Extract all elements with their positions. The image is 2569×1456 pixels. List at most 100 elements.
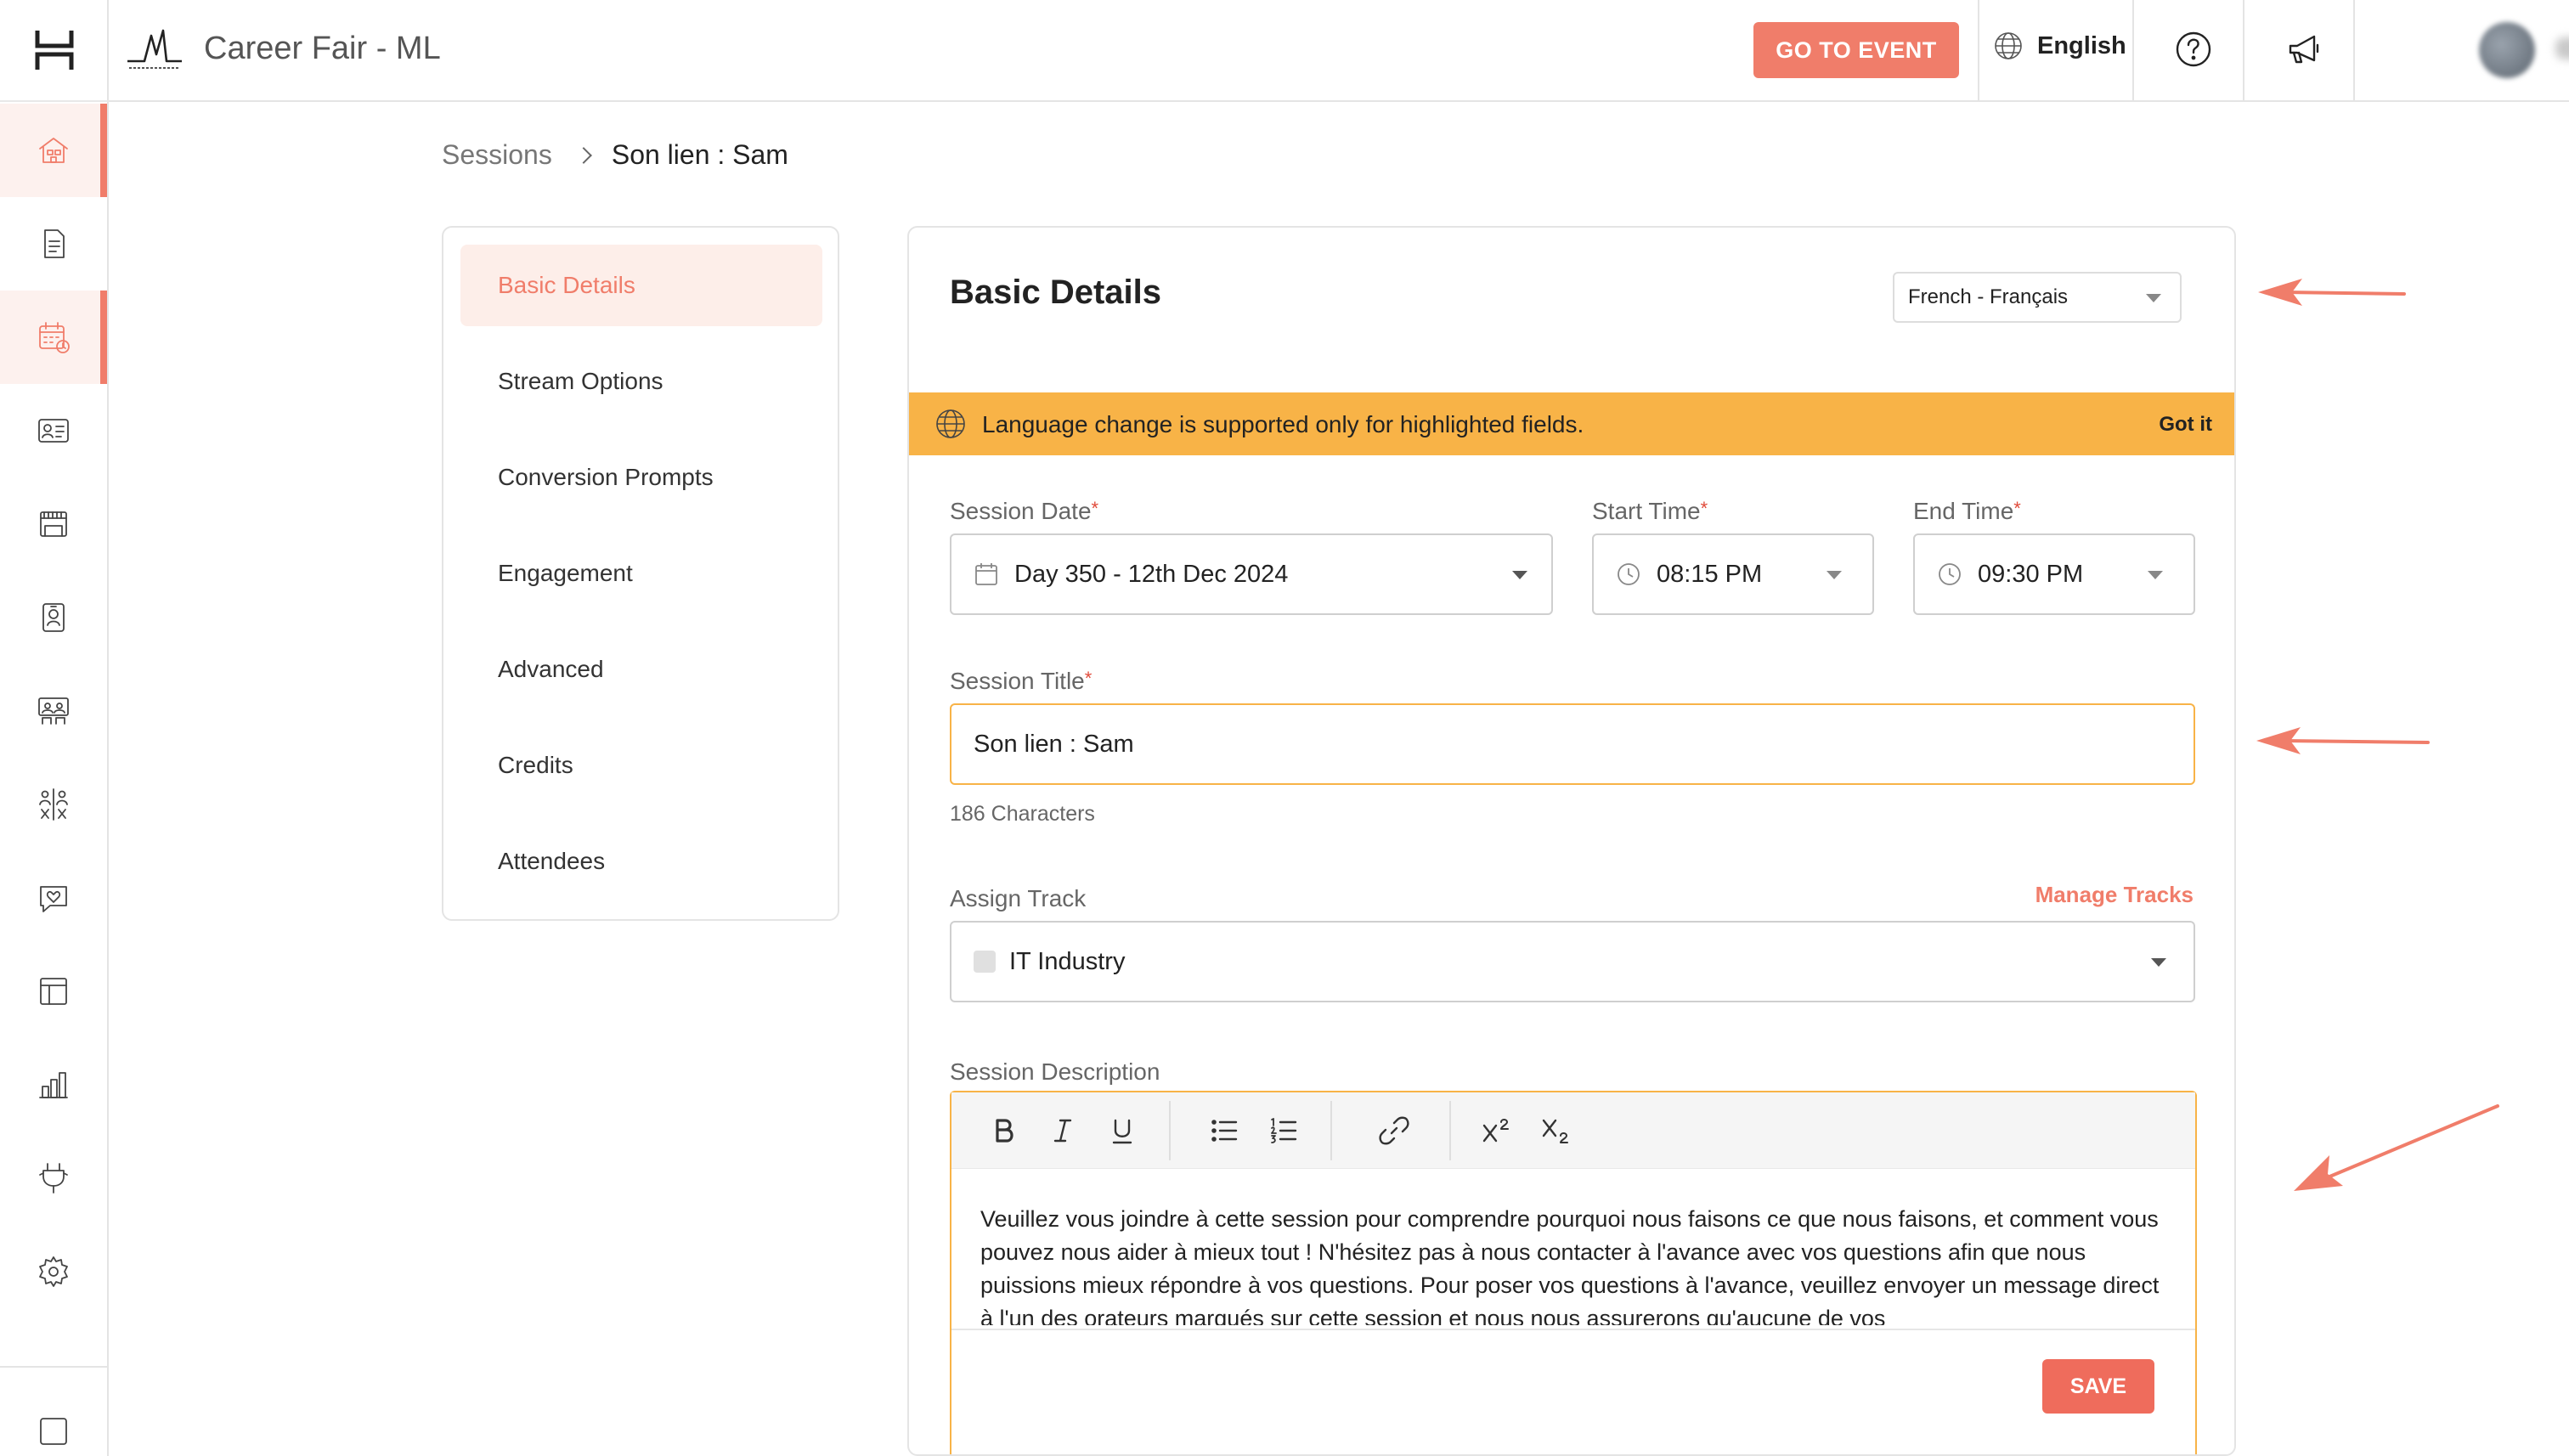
italic-button[interactable] — [1042, 1109, 1084, 1152]
divider — [2243, 0, 2244, 102]
annotation-arrow-icon — [2258, 279, 2406, 306]
nav-advanced[interactable]: Advanced — [460, 629, 822, 710]
session-date-label: Session Date* — [950, 498, 1099, 524]
user-name-blurred[interactable] — [2555, 37, 2569, 59]
integrations-icon — [39, 1163, 68, 1194]
end-time-select[interactable]: 09:30 PM — [1913, 533, 2195, 615]
content-language-select[interactable]: French - Français — [1893, 272, 2182, 323]
content-language-value: French - Français — [1908, 285, 2069, 308]
language-selector[interactable]: English — [1993, 31, 2126, 61]
session-description-label: Session Description — [950, 1058, 1160, 1085]
session-title-label: Session Title* — [950, 668, 1093, 694]
session-title-input[interactable]: Son lien : Sam — [950, 703, 2195, 785]
bullet-list-icon — [1211, 1120, 1238, 1142]
session-description-editor: Veuillez vous joindre à cette session po… — [950, 1091, 2197, 1454]
annotation-arrow-icon — [2256, 727, 2430, 754]
announcements-button[interactable] — [2284, 29, 2324, 70]
rail-networking[interactable] — [0, 758, 107, 851]
lounge-icon — [38, 697, 69, 725]
rail-collapse[interactable] — [0, 1414, 107, 1456]
italic-icon — [1053, 1119, 1072, 1143]
session-description-text[interactable]: Veuillez vous joindre à cette session po… — [980, 1203, 2170, 1325]
rail-analytics[interactable] — [0, 1038, 107, 1132]
assign-track-select[interactable]: IT Industry — [950, 921, 2195, 1002]
document-icon — [44, 229, 65, 258]
rail-documents[interactable] — [0, 197, 107, 291]
rail-booths[interactable] — [0, 477, 107, 571]
caret-down-icon — [2151, 958, 2166, 967]
rail-people[interactable] — [0, 384, 107, 477]
session-date-select[interactable]: Day 350 - 12th Dec 2024 — [950, 533, 1553, 615]
toolbar-divider — [1449, 1101, 1451, 1160]
rail-sessions[interactable] — [0, 291, 107, 384]
app-root: Career Fair - ML GO TO EVENT English Ses… — [0, 0, 2569, 1456]
toolbar-divider — [1330, 1101, 1332, 1160]
booth-icon — [40, 511, 67, 537]
platform-logo[interactable] — [0, 0, 109, 102]
end-time-label: End Time* — [1913, 498, 2021, 524]
globe-icon — [1995, 32, 2022, 59]
numbered-list-button[interactable] — [1262, 1109, 1305, 1152]
networking-icon — [39, 788, 68, 821]
globe-icon — [936, 409, 965, 438]
caret-down-icon — [1512, 571, 1527, 579]
engagement-icon — [40, 886, 67, 912]
start-time-value: 08:15 PM — [1657, 560, 1763, 588]
help-button[interactable] — [2173, 29, 2214, 70]
event-logo-icon — [127, 29, 182, 69]
rail-home[interactable] — [0, 104, 107, 197]
manage-tracks-link[interactable]: Manage Tracks — [2035, 882, 2194, 908]
underline-icon — [1112, 1119, 1132, 1144]
rail-engagement[interactable] — [0, 851, 107, 945]
breadcrumb-current: Son lien : Sam — [611, 139, 788, 170]
rail-settings[interactable] — [0, 1225, 107, 1318]
subscript-button[interactable] — [1534, 1109, 1577, 1152]
save-button[interactable]: SAVE — [2042, 1359, 2154, 1414]
divider — [1978, 0, 1979, 102]
session-title-char-count: 186 Characters — [950, 802, 1095, 826]
rail-badges[interactable] — [0, 571, 107, 664]
help-icon — [2176, 31, 2211, 67]
start-time-select[interactable]: 08:15 PM — [1592, 533, 1874, 615]
numbered-list-icon — [1271, 1118, 1297, 1143]
caret-down-icon — [2146, 294, 2161, 302]
breadcrumb-sessions-link[interactable]: Sessions — [442, 139, 552, 171]
rail-divider — [0, 1366, 107, 1368]
avatar[interactable] — [2479, 22, 2535, 78]
clock-icon — [1939, 563, 1961, 585]
superscript-icon — [1482, 1119, 1509, 1143]
nav-stream-options[interactable]: Stream Options — [460, 341, 822, 422]
nav-conversion-prompts[interactable]: Conversion Prompts — [460, 437, 822, 518]
caret-down-icon — [2148, 571, 2163, 579]
bold-button[interactable] — [982, 1109, 1025, 1152]
rail-layout[interactable] — [0, 945, 107, 1038]
underline-button[interactable] — [1101, 1109, 1143, 1152]
rail-lounge[interactable] — [0, 664, 107, 758]
layout-icon — [40, 978, 67, 1005]
caret-down-icon — [1827, 571, 1842, 579]
calendar-icon — [975, 563, 997, 585]
toolbar-divider — [1169, 1101, 1171, 1160]
superscript-button[interactable] — [1475, 1109, 1517, 1152]
megaphone-icon — [2289, 35, 2319, 64]
bold-icon — [996, 1119, 1013, 1143]
left-rail — [0, 0, 109, 1456]
link-button[interactable] — [1373, 1109, 1415, 1152]
session-date-value: Day 350 - 12th Dec 2024 — [1014, 560, 1289, 588]
nav-attendees[interactable]: Attendees — [460, 821, 822, 902]
got-it-button[interactable]: Got it — [2159, 413, 2212, 437]
nav-engagement[interactable]: Engagement — [460, 533, 822, 614]
rail-integrations[interactable] — [0, 1132, 107, 1225]
track-checkbox[interactable] — [974, 951, 996, 973]
start-time-label: Start Time* — [1592, 498, 1708, 524]
editor-footer — [951, 1329, 2195, 1454]
session-title-value: Son lien : Sam — [974, 730, 1134, 758]
end-time-value: 09:30 PM — [1978, 560, 2084, 588]
nav-basic-details[interactable]: Basic Details — [460, 245, 822, 326]
bullet-list-button[interactable] — [1203, 1109, 1245, 1152]
nav-credits[interactable]: Credits — [460, 725, 822, 806]
panel-icon — [40, 1418, 67, 1445]
settings-icon — [39, 1256, 68, 1287]
go-to-event-button[interactable]: GO TO EVENT — [1753, 22, 1959, 78]
divider — [2353, 0, 2355, 102]
